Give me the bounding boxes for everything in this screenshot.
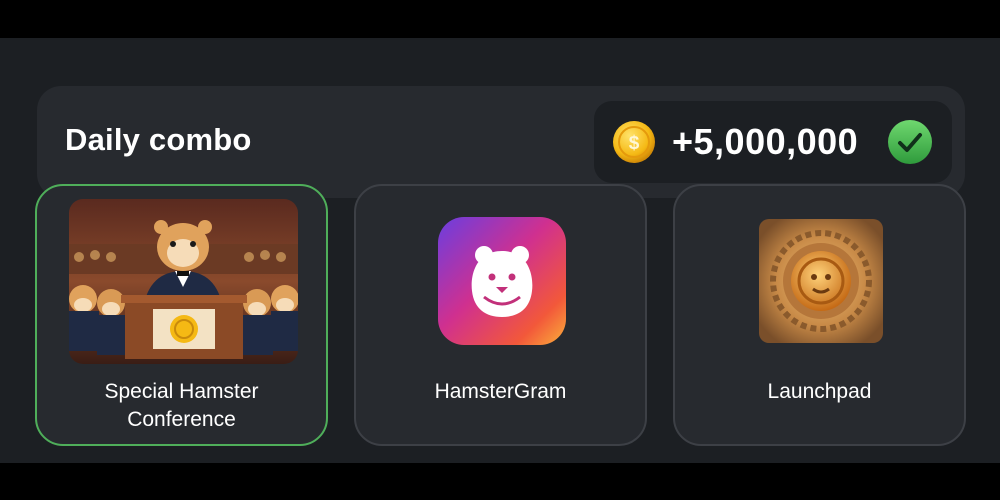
combo-card-launchpad[interactable]: Launchpad [673,184,966,446]
svg-text:$: $ [629,133,640,154]
card-label: HamsterGram [434,380,567,403]
check-icon [888,120,932,164]
reward-amount: +5,000,000 [672,121,859,162]
coin-icon: $ [613,121,655,163]
card-label: Launchpad [767,380,872,403]
hamster-conference-image [69,199,298,364]
launchpad-coin-image [759,219,883,343]
daily-combo-title: Daily combo [65,122,252,157]
hamstergram-app-icon [438,217,566,345]
reward-box: $ +5,000,000 [594,101,952,183]
daily-combo-header: Daily combo $ +5,000,000 [37,86,965,198]
combo-card-special-hamster-conference[interactable]: Special Hamster Conference [35,184,328,446]
daily-combo-panel: Daily combo $ +5,000,000 Special Hamster… [0,38,1000,463]
combo-card-hamstergram[interactable]: HamsterGram [354,184,647,446]
card-label: Special Hamster Conference [104,380,259,431]
